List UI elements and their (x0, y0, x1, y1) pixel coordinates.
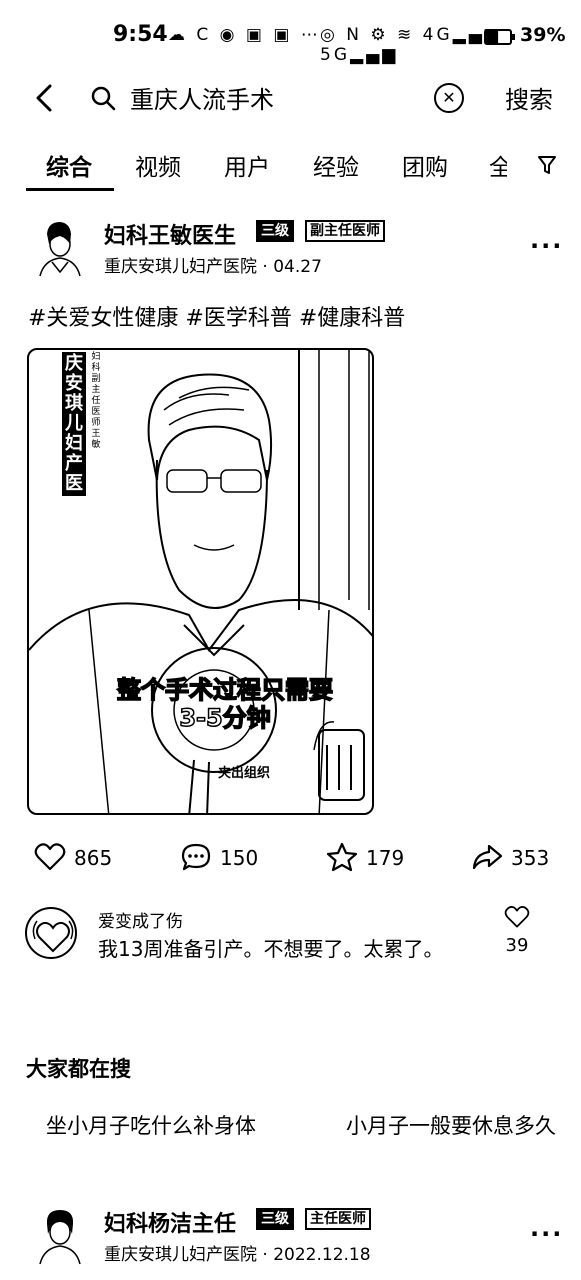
heart-icon (504, 906, 530, 928)
battery-percent: 39% (520, 24, 566, 46)
related-searches-title: 大家都在搜 (26, 1057, 131, 1081)
tab-video[interactable]: 视频 (135, 148, 181, 182)
author-name[interactable]: 妇科杨洁主任 (104, 1206, 236, 1238)
favorite-count: 179 (366, 846, 405, 870)
comment-icon (181, 843, 211, 871)
active-tab-indicator (26, 188, 114, 191)
author-avatar[interactable] (30, 218, 90, 278)
title-badge: 副主任医师 (305, 220, 385, 242)
meta-separator: · (262, 1245, 274, 1265)
search-bar: 重庆人流手术 ✕ 搜索 (0, 74, 581, 120)
title-badge: 主任医师 (305, 1208, 371, 1230)
filter-icon[interactable] (537, 154, 559, 176)
star-icon (326, 842, 358, 872)
meta-separator: · (262, 257, 274, 277)
tab-group-buy[interactable]: 团购 (402, 148, 448, 182)
comment-count: 150 (220, 846, 259, 870)
video-caption-line1: 整个手术过程只需要 (116, 675, 334, 705)
notification-icons: ☁ C ◉ ▣ ▣ ⋯ (168, 25, 321, 45)
search-icon (91, 86, 116, 111)
share-button[interactable]: 353 (471, 840, 561, 876)
share-count: 353 (511, 846, 550, 870)
favorite-button[interactable]: 179 (326, 840, 416, 876)
like-button[interactable]: 865 (34, 840, 124, 876)
author-meta: 重庆安琪儿妇产医院 · 2022.12.18 (104, 1240, 371, 1265)
more-options-icon[interactable]: ··· (530, 1220, 563, 1248)
battery-icon (484, 29, 515, 45)
video-side-title: 庆安琪儿妇产医 (62, 352, 86, 496)
search-input[interactable]: 重庆人流手术 (130, 80, 274, 115)
video-side-subtitle: 妇科副主任医师 王敏 (91, 352, 101, 450)
search-button[interactable]: 搜索 (505, 80, 553, 115)
more-options-icon[interactable]: ··· (530, 232, 563, 260)
like-count: 865 (74, 846, 113, 870)
video-sublabel: 夹出组织 (218, 766, 271, 781)
tab-more[interactable]: 全 (489, 148, 507, 182)
hospital-name: 重庆安琪儿妇产医院 (104, 1245, 257, 1265)
level-badge: 三级 (256, 1208, 294, 1230)
post-header[interactable]: 妇科杨洁主任 三级 主任医师 重庆安琪儿妇产医院 · 2022.12.18 ··… (0, 1206, 581, 1270)
post-actions: 865 150 179 353 (0, 840, 581, 880)
related-search-item[interactable]: 坐小月子吃什么补身体 (46, 1110, 256, 1140)
status-time: 9:54 (113, 22, 168, 47)
comment-text: 我13周准备引产。不想要了。太累了。 (98, 937, 444, 961)
video-caption-line2: 3-5分钟 (179, 703, 272, 733)
hospital-name: 重庆安琪儿妇产医院 (104, 257, 257, 277)
comment-like-count: 39 (505, 935, 529, 956)
author-meta: 重庆安琪儿妇产医院 · 04.27 (104, 252, 322, 277)
share-icon (472, 844, 503, 870)
back-arrow-icon[interactable] (30, 78, 60, 118)
comment-like-button[interactable]: 39 (502, 905, 532, 956)
post-hashtags[interactable]: #关爱女性健康 #医学科普 #健康科普 (28, 300, 405, 332)
post-date: 2022.12.18 (273, 1245, 371, 1265)
heart-icon (34, 843, 66, 871)
comment-button[interactable]: 150 (180, 840, 270, 876)
top-comment[interactable]: 爱变成了伤 我13周准备引产。不想要了。太累了。 39 (0, 905, 581, 1005)
status-bar: 9:54 ☁ C ◉ ▣ ▣ ⋯ ◎ N ⚙ ≋ 4G▂▄▆ 5G▂▄▆ 39% (0, 22, 581, 65)
level-badge: 三级 (256, 220, 294, 242)
tab-users[interactable]: 用户 (224, 148, 270, 182)
tab-all[interactable]: 综合 (46, 148, 92, 182)
post-header[interactable]: 妇科王敏医生 三级 副主任医师 重庆安琪儿妇产医院 · 04.27 ··· (0, 218, 581, 282)
author-name[interactable]: 妇科王敏医生 (104, 218, 236, 250)
category-tabs: 综合 视频 用户 经验 团购 全 (0, 140, 581, 192)
clear-search-icon[interactable]: ✕ (434, 83, 464, 113)
related-search-item[interactable]: 小月子一般要休息多久 (346, 1110, 556, 1140)
commenter-name[interactable]: 爱变成了伤 (98, 907, 183, 932)
author-avatar[interactable] (30, 1206, 90, 1266)
post-date: 04.27 (273, 257, 322, 277)
commenter-avatar[interactable] (25, 907, 77, 959)
tab-experience[interactable]: 经验 (313, 148, 359, 182)
